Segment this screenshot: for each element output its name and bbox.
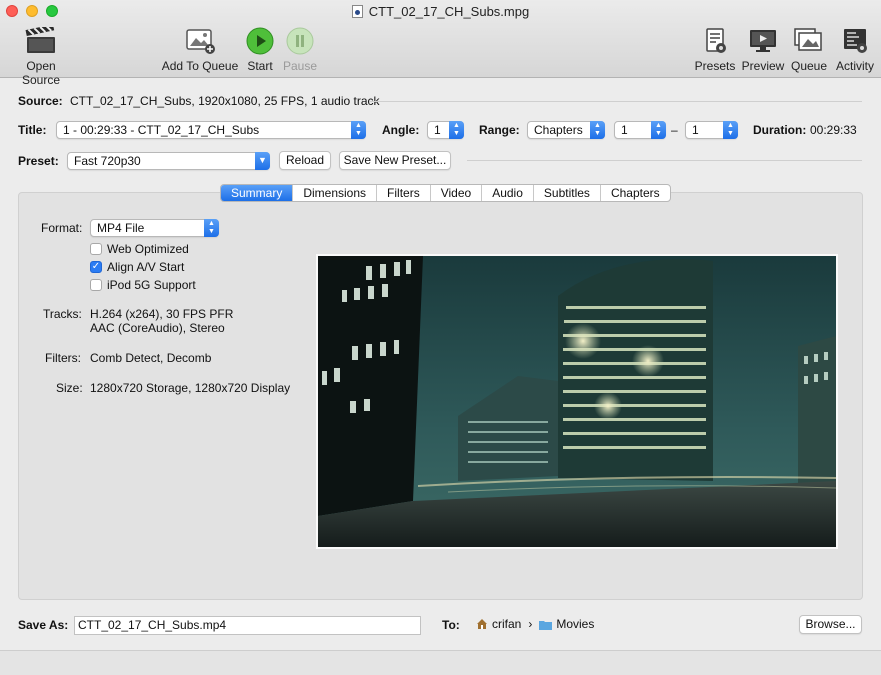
presets-icon — [692, 26, 738, 56]
open-source-button[interactable]: Open Source — [6, 26, 76, 87]
filters-label: Filters: — [45, 351, 81, 365]
start-label: Start — [247, 59, 273, 73]
tracks-label: Tracks: — [43, 307, 82, 321]
queue-button[interactable]: Queue — [789, 26, 829, 73]
pause-button[interactable]: Pause — [282, 26, 318, 73]
save-as-field[interactable]: CTT_02_17_CH_Subs.mp4 — [74, 616, 421, 635]
title-value: 1 - 00:29:33 - CTT_02_17_CH_Subs — [63, 123, 260, 137]
duration-label: Duration: — [753, 123, 807, 137]
open-source-label: Open Source — [21, 59, 61, 87]
pause-label: Pause — [282, 59, 318, 73]
play-icon — [242, 26, 278, 56]
tab-subtitles[interactable]: Subtitles — [534, 185, 601, 201]
save-as-label: Save As: — [18, 618, 69, 632]
source-value: CTT_02_17_CH_Subs, 1920x1080, 25 FPS, 1 … — [70, 94, 380, 108]
source-label: Source: — [18, 94, 63, 108]
path-user: crifan — [492, 617, 522, 631]
size-value: 1280x720 Storage, 1280x720 Display — [90, 381, 291, 395]
title-popup[interactable]: 1 - 00:29:33 - CTT_02_17_CH_Subs ▲ ▼ — [56, 121, 366, 139]
reload-button[interactable]: Reload — [279, 151, 331, 170]
duration-value: 00:29:33 — [810, 123, 857, 137]
web-optimized-label: Web Optimized — [107, 242, 189, 256]
activity-label: Activity — [835, 59, 874, 73]
filters-value: Comb Detect, Decomb — [90, 351, 212, 365]
preset-divider — [467, 160, 862, 161]
path-separator: › — [528, 617, 533, 631]
home-icon — [476, 618, 488, 630]
folder-icon — [539, 619, 553, 630]
preset-label: Preset: — [18, 154, 59, 168]
path-folder: Movies — [556, 617, 595, 631]
title-popup-arrows-icon: ▲ ▼ — [351, 121, 366, 139]
add-to-queue-label: Add To Queue — [161, 59, 239, 73]
tab-summary[interactable]: Summary — [221, 185, 294, 201]
status-bar — [0, 650, 881, 675]
tab-chapters[interactable]: Chapters — [601, 185, 670, 201]
preview-label: Preview — [741, 59, 785, 73]
ipod-5g-checkbox[interactable] — [90, 279, 102, 291]
activity-button[interactable]: Activity — [832, 26, 878, 73]
tab-audio[interactable]: Audio — [482, 185, 534, 201]
preview-button[interactable]: Preview — [740, 26, 786, 73]
range-end-popup[interactable]: 1 ▲ ▼ — [685, 121, 738, 139]
tab-filters[interactable]: Filters — [377, 185, 431, 201]
angle-popup[interactable]: 1 ▲ ▼ — [427, 121, 464, 139]
align-av-start-label: Align A/V Start — [107, 260, 185, 274]
preview-image — [316, 254, 838, 549]
presets-button[interactable]: Presets — [692, 26, 738, 73]
add-to-queue-icon — [160, 26, 240, 56]
range-label: Range: — [479, 123, 520, 137]
queue-icon — [789, 26, 829, 56]
angle-value: 1 — [434, 123, 441, 137]
ipod-5g-label: iPod 5G Support — [107, 278, 196, 292]
tab-dimensions[interactable]: Dimensions — [293, 185, 378, 201]
destination-path[interactable]: crifan › Movies — [476, 617, 594, 631]
title-label: Title: — [18, 123, 47, 137]
browse-button[interactable]: Browse... — [799, 615, 862, 634]
range-type-value: Chapters — [534, 123, 583, 137]
tracks-audio: AAC (CoreAudio), Stereo — [90, 321, 225, 335]
format-label: Format: — [41, 221, 83, 235]
range-end-arrows-icon: ▲ ▼ — [723, 121, 738, 139]
clapperboard-icon — [6, 26, 76, 56]
range-start-value: 1 — [621, 123, 628, 137]
range-type-arrows-icon: ▲ ▼ — [590, 121, 605, 139]
document-icon — [351, 5, 363, 18]
format-popup-arrows-icon: ▲ ▼ — [204, 219, 219, 237]
range-start-arrows-icon: ▲ ▼ — [651, 121, 666, 139]
to-label: To: — [442, 618, 460, 632]
chevron-down-icon: ▼ — [255, 152, 270, 170]
activity-icon — [832, 26, 878, 56]
source-divider — [370, 101, 862, 102]
angle-label: Angle: — [382, 123, 420, 137]
angle-popup-arrows-icon: ▲ ▼ — [449, 121, 464, 139]
tab-video[interactable]: Video — [431, 185, 483, 201]
pause-icon — [282, 26, 318, 56]
align-av-start-checkbox[interactable]: ✓ — [90, 261, 102, 273]
add-to-queue-button[interactable]: Add To Queue — [160, 26, 240, 73]
tracks-video: H.264 (x264), 30 FPS PFR — [90, 307, 234, 321]
tab-bar: Summary Dimensions Filters Video Audio S… — [220, 184, 671, 202]
start-button[interactable]: Start — [242, 26, 278, 73]
range-type-popup[interactable]: Chapters ▲ ▼ — [527, 121, 605, 139]
size-label: Size: — [56, 381, 83, 395]
web-optimized-checkbox[interactable] — [90, 243, 102, 255]
range-separator: – — [671, 123, 678, 137]
window-toolbar: CTT_02_17_CH_Subs.mpg Open Source Add To… — [0, 0, 881, 87]
presets-label: Presets — [694, 59, 736, 73]
save-new-preset-button[interactable]: Save New Preset... — [339, 151, 451, 170]
monitor-icon — [740, 26, 786, 56]
format-popup[interactable]: MP4 File ▲ ▼ — [90, 219, 219, 237]
range-start-popup[interactable]: 1 ▲ ▼ — [614, 121, 666, 139]
preset-value: Fast 720p30 — [74, 154, 141, 168]
format-value: MP4 File — [97, 221, 145, 235]
queue-label: Queue — [790, 59, 828, 73]
window-title: CTT_02_17_CH_Subs.mpg — [0, 4, 881, 19]
preset-popup[interactable]: Fast 720p30 ▼ — [67, 152, 270, 170]
range-end-value: 1 — [692, 123, 699, 137]
